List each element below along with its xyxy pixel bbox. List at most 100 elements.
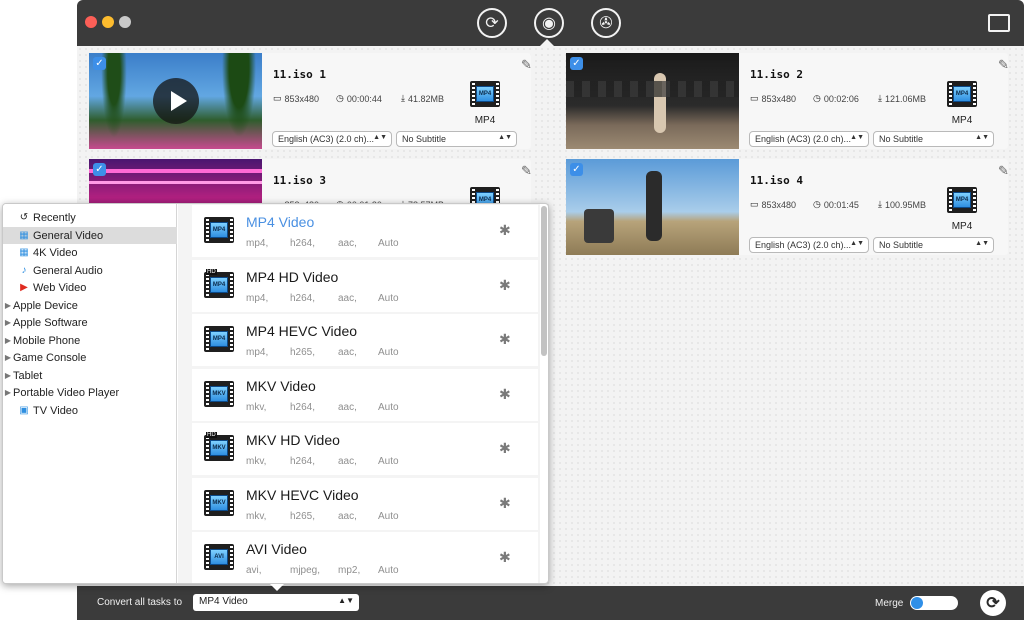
sidebar-item-mobile-phone[interactable]: ▶ Mobile Phone (3, 332, 177, 349)
task-checkbox[interactable]: ✓ (93, 163, 106, 176)
monitor-icon: ▭ (750, 93, 759, 103)
disclosure-triangle-icon[interactable]: ▶ (3, 388, 13, 397)
sidebar-item-portable-video-player[interactable]: ▶ Portable Video Player (3, 384, 177, 401)
audio-track-select[interactable]: English (AC3) (2.0 ch)... ▲▼ (272, 131, 392, 147)
minimize-window-button[interactable] (102, 16, 114, 28)
task-checkbox[interactable]: ✓ (570, 163, 583, 176)
task-title: 11.iso 2 (750, 68, 803, 81)
output-format-icon[interactable]: MP4 (947, 187, 977, 218)
task-checkbox[interactable]: ✓ (93, 57, 106, 70)
task-card[interactable]: ✓ 11.iso 4 ▭ 853x480 ◷ 00:01:45 ⤓ 100.95MB … (566, 159, 1009, 255)
download-icon: ⤓ (878, 199, 882, 209)
gear-icon[interactable]: ✱ (499, 440, 511, 457)
sidebar-item-game-console[interactable]: ▶ Game Console (3, 349, 177, 366)
tv-icon: ▣ (19, 405, 29, 416)
video-thumbnail[interactable] (566, 53, 739, 149)
clock-icon: ◷ (813, 93, 821, 103)
format-file-icon: MKV (204, 381, 234, 407)
pencil-icon[interactable]: ✎ (521, 57, 532, 73)
format-list-scrollbar[interactable] (541, 206, 547, 356)
sidebar-item-apple-software[interactable]: ▶ Apple Software (3, 314, 177, 331)
format-row-mp4-video[interactable]: MP4 MP4 Video mp4, h264, aac, Auto ✱ (192, 205, 538, 257)
titlebar: ⟳ ◉ ✇ (77, 0, 1024, 47)
stepper-arrows-icon: ▲▼ (850, 134, 864, 141)
zoom-window-button[interactable] (119, 16, 131, 28)
video-thumbnail[interactable] (566, 159, 739, 255)
gear-icon[interactable]: ✱ (499, 386, 511, 403)
gear-icon[interactable]: ✱ (499, 222, 511, 239)
format-row-mkv-hd-video[interactable]: MKV HD MKV HD Video mkv, h264, aac, Auto ✱ (192, 423, 538, 475)
format-row-mkv-video[interactable]: MKV MKV Video mkv, h264, aac, Auto ✱ (192, 369, 538, 421)
sidebar-item-recently[interactable]: ↺ Recently (3, 209, 177, 226)
convert-all-select[interactable]: MP4 Video ▲▼ (193, 594, 359, 611)
audio-track-select[interactable]: English (AC3) (2.0 ch)... ▲▼ (749, 131, 869, 147)
format-file-icon: MP4 (204, 217, 234, 243)
task-title: 11.iso 4 (750, 174, 803, 187)
output-format-label: MP4 (951, 115, 973, 126)
sidebar-item-general-video[interactable]: ▦ General Video (3, 227, 177, 244)
format-name: MKV Video (246, 378, 316, 394)
format-row-mp4-hd-video[interactable]: MP4 HD MP4 HD Video mp4, h264, aac, Auto ✱ (192, 260, 538, 312)
gear-icon[interactable]: ✱ (499, 549, 511, 566)
task-card[interactable]: ✓ 11.iso 1 ▭ 853x480 ◷ 00:00:44 ⤓ 41.82MB M… (89, 53, 532, 149)
resolution-meta: ▭853x480 (750, 93, 797, 104)
format-name: MP4 Video (246, 214, 315, 230)
stepper-arrows-icon: ▲▼ (498, 134, 512, 141)
format-file-icon: MKV (204, 490, 234, 516)
film-edit-icon[interactable] (988, 14, 1010, 32)
pencil-icon[interactable]: ✎ (998, 57, 1009, 73)
stepper-arrows-icon: ▲▼ (850, 240, 864, 247)
output-format-icon[interactable]: MP4 (947, 81, 977, 112)
size-meta: ⤓ 41.82MB (401, 93, 445, 104)
subtitle-select[interactable]: No Subtitle ▲▼ (396, 131, 517, 147)
output-format-icon[interactable]: MP4 (470, 81, 500, 112)
film-icon: ▦ (19, 230, 29, 241)
format-file-icon: MP4 (204, 326, 234, 352)
subtitle-select[interactable]: No Subtitle ▲▼ (873, 237, 994, 253)
sidebar-item-tablet[interactable]: ▶ Tablet (3, 367, 177, 384)
convert-icon[interactable]: ⟳ (477, 8, 507, 38)
video-thumbnail[interactable] (89, 53, 262, 149)
download-icon: ⤓ (878, 93, 882, 103)
pencil-icon[interactable]: ✎ (998, 163, 1009, 179)
convert-start-button[interactable]: ⟳ (980, 590, 1006, 616)
stepper-arrows-icon: ▲▼ (975, 134, 989, 141)
disclosure-triangle-icon[interactable]: ▶ (3, 301, 13, 310)
format-row-avi-video[interactable]: AVI AVI Video avi, mjpeg, mp2, Auto ✱ (192, 532, 538, 583)
sidebar-item-4k-video[interactable]: ▦ 4K Video (3, 244, 177, 261)
convert-all-label: Convert all tasks to (97, 597, 183, 608)
disclosure-triangle-icon[interactable]: ▶ (3, 318, 13, 327)
close-window-button[interactable] (85, 16, 97, 28)
subtitle-select[interactable]: No Subtitle ▲▼ (873, 131, 994, 147)
disclosure-triangle-icon[interactable]: ▶ (3, 371, 13, 380)
dvd-rip-icon[interactable]: ◉ (534, 8, 564, 38)
gear-icon[interactable]: ✱ (499, 331, 511, 348)
pencil-icon[interactable]: ✎ (521, 163, 532, 179)
sidebar-item-web-video[interactable]: ▶ Web Video (3, 279, 177, 296)
clock-icon: ◷ (336, 93, 344, 103)
sidebar-item-tv-video[interactable]: ▣ TV Video (3, 402, 177, 419)
format-row-mp4-hevc-video[interactable]: MP4 MP4 HEVC Video mp4, h265, aac, Auto ✱ (192, 314, 538, 366)
task-checkbox[interactable]: ✓ (570, 57, 583, 70)
format-name: AVI Video (246, 541, 307, 557)
stepper-arrows-icon: ▲▼ (975, 240, 989, 247)
disclosure-triangle-icon[interactable]: ▶ (3, 336, 13, 345)
disclosure-triangle-icon[interactable]: ▶ (3, 353, 13, 362)
size-meta: ⤓ 121.06MB (878, 93, 927, 104)
merge-toggle[interactable] (910, 596, 958, 610)
task-card[interactable]: ✓ 11.iso 2 ▭ 853x480 ◷ 00:02:06 ⤓ 121.06MB … (566, 53, 1009, 149)
format-file-icon: AVI (204, 544, 234, 570)
gear-icon[interactable]: ✱ (499, 277, 511, 294)
format-name: MP4 HEVC Video (246, 323, 358, 339)
sidebar-item-apple-device[interactable]: ▶ Apple Device (3, 297, 177, 314)
audio-track-select[interactable]: English (AC3) (2.0 ch)... ▲▼ (749, 237, 869, 253)
toggle-knob (911, 597, 923, 609)
film-reel-icon[interactable]: ✇ (591, 8, 621, 38)
play-button[interactable] (153, 78, 199, 124)
hd-badge: HD (206, 432, 217, 438)
sidebar-item-general-audio[interactable]: ♪ General Audio (3, 262, 177, 279)
gear-icon[interactable]: ✱ (499, 495, 511, 512)
format-row-mkv-hevc-video[interactable]: MKV MKV HEVC Video mkv, h265, aac, Auto ✱ (192, 478, 538, 530)
hd-badge: HD (206, 269, 217, 275)
monitor-icon: ▭ (273, 93, 282, 103)
